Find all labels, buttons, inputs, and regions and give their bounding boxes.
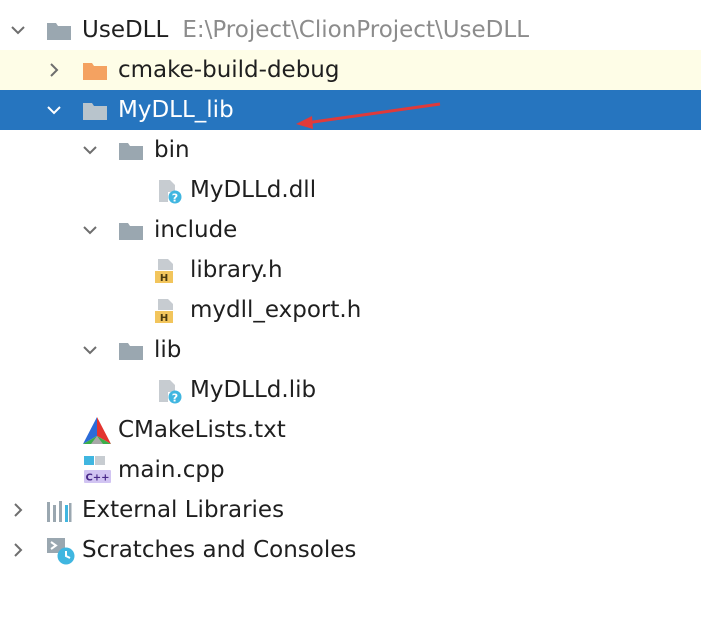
tree-node-library-h[interactable]: H library.h — [0, 250, 701, 290]
svg-text:?: ? — [172, 192, 178, 205]
scratches-icon — [47, 538, 75, 565]
tree-node-mydll-export-h[interactable]: H mydll_export.h — [0, 290, 701, 330]
tree-node-main-cpp[interactable]: C++ main.cpp — [0, 450, 701, 490]
tree-node-label: main.cpp — [118, 457, 225, 483]
tree-node-mydll-lib[interactable]: MyDLL_lib — [0, 90, 701, 130]
tree-node-label: Scratches and Consoles — [82, 537, 357, 563]
tree-node-lib[interactable]: lib — [0, 330, 701, 370]
tree-node-label: lib — [154, 337, 182, 363]
cpp-file-icon: C++ — [84, 456, 111, 484]
folder-icon — [47, 23, 71, 40]
chevron-right-icon[interactable] — [44, 60, 64, 80]
tree-node-label: cmake-build-debug — [118, 57, 340, 83]
tree-node-label: External Libraries — [82, 497, 285, 523]
chevron-down-icon[interactable] — [44, 100, 64, 120]
svg-text:C++: C++ — [85, 473, 109, 484]
tree-node-cmake-build-debug[interactable]: cmake-build-debug — [0, 50, 701, 90]
folder-icon — [119, 143, 143, 160]
svg-text:H: H — [160, 273, 168, 284]
tree-node-cmakelists[interactable]: CMakeLists.txt — [0, 410, 701, 450]
folder-icon — [119, 343, 143, 360]
unknown-file-icon: ? — [159, 380, 182, 405]
tree-node-label: include — [154, 217, 238, 243]
chevron-down-icon[interactable] — [8, 20, 28, 40]
tree-node-mydlld-lib[interactable]: ? MyDLLd.lib — [0, 370, 701, 410]
tree-node-mydlld-dll[interactable]: ? MyDLLd.dll — [0, 170, 701, 210]
orange-folder-icon — [83, 63, 107, 80]
chevron-right-icon[interactable] — [8, 540, 28, 560]
libraries-icon — [47, 501, 72, 522]
tree-node-label: MyDLLd.dll — [190, 177, 317, 203]
project-path: E:\Project\ClionProject\UseDLL — [182, 17, 530, 43]
tree-node-label: MyDLLd.lib — [190, 377, 317, 403]
tree-node-bin[interactable]: bin — [0, 130, 701, 170]
tree-node-label: CMakeLists.txt — [118, 417, 286, 443]
folder-icon — [119, 223, 143, 240]
project-name: UseDLL — [82, 17, 169, 43]
svg-text:?: ? — [172, 392, 178, 405]
tree-node-label: library.h — [190, 257, 283, 283]
tree-node-usedll[interactable]: UseDLL E:\Project\ClionProject\UseDLL — [0, 10, 701, 50]
tree-node-external-libraries[interactable]: External Libraries — [0, 490, 701, 530]
unknown-file-icon: ? — [159, 180, 182, 205]
chevron-down-icon[interactable] — [80, 340, 100, 360]
svg-text:H: H — [160, 313, 168, 324]
header-file-icon: H — [155, 299, 173, 324]
chevron-down-icon[interactable] — [80, 140, 100, 160]
header-file-icon: H — [155, 259, 173, 284]
tree-node-include[interactable]: include — [0, 210, 701, 250]
tree-node-label: mydll_export.h — [190, 297, 362, 323]
tree-node-label: bin — [154, 137, 190, 163]
folder-icon — [83, 103, 107, 120]
tree-node-label: MyDLL_lib — [118, 97, 234, 123]
cmake-icon — [83, 417, 111, 444]
tree-node-label: UseDLL E:\Project\ClionProject\UseDLL — [82, 16, 529, 44]
tree-node-scratches-and-consoles[interactable]: Scratches and Consoles — [0, 530, 701, 570]
chevron-down-icon[interactable] — [80, 220, 100, 240]
chevron-right-icon[interactable] — [8, 500, 28, 520]
